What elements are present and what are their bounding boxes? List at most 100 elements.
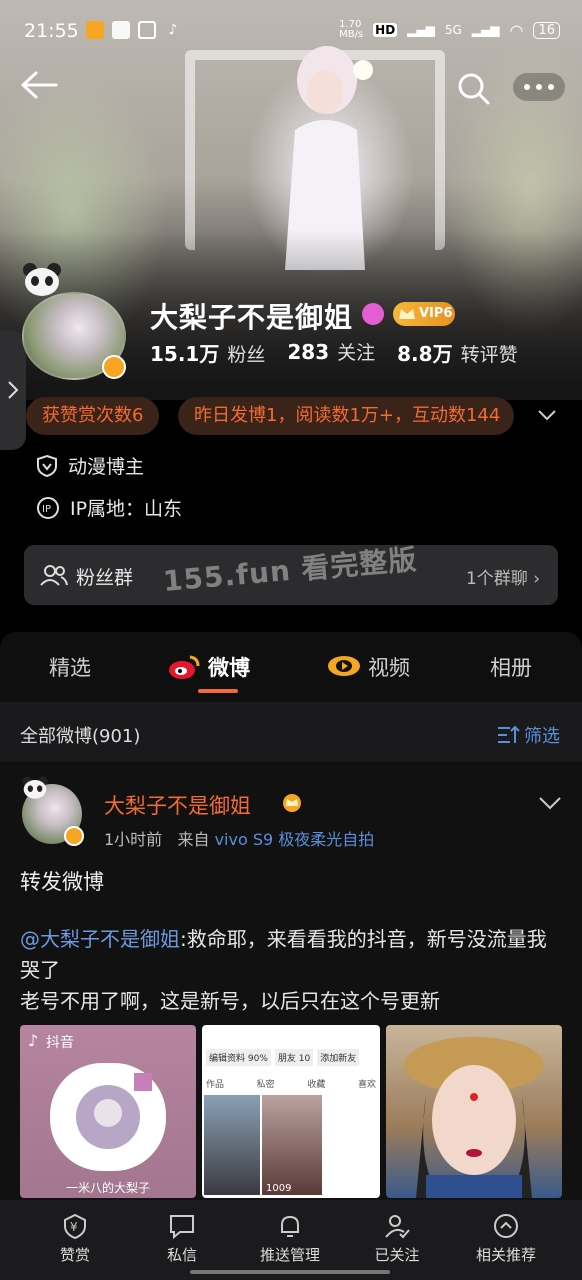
group-icon [40, 565, 68, 586]
tag-chip: 编辑资料 90% [206, 1049, 271, 1066]
stat-label: 关注 [337, 342, 376, 364]
tab-weibo[interactable]: 微博 [208, 652, 250, 682]
stat-interactions[interactable]: 8.8万 转评赞 [397, 338, 517, 367]
subtab: 作品 [206, 1080, 225, 1090]
battery-icon: 16 [533, 21, 560, 39]
vip-label: VIP6 [419, 306, 453, 321]
filter-icon [498, 725, 520, 743]
profile-stats: 15.1万 粉丝 283 关注 8.8万 转评赞 [150, 338, 570, 367]
active-tab-indicator [198, 689, 238, 693]
tab-video[interactable]: 视频 [368, 652, 410, 682]
tab-album[interactable]: 相册 [490, 652, 532, 682]
panda-badge-icon [22, 776, 48, 799]
post-title: 转发微博 [20, 870, 104, 894]
vip-search-icon[interactable] [362, 303, 384, 325]
panda-badge-icon [23, 263, 61, 296]
chevron-down-icon[interactable] [536, 404, 558, 426]
thumb-count: 1009 [266, 1183, 292, 1194]
nav-push-settings[interactable]: 推送管理 [245, 1212, 335, 1265]
hd-icon: HD [373, 23, 398, 37]
qr-code [50, 1063, 166, 1171]
post-image-1[interactable]: ♪ 抖音 一米八的大梨子 [20, 1025, 196, 1198]
profile-subtabs: 作品 私密 收藏 喜欢 [206, 1077, 376, 1090]
home-indicator [190, 1270, 390, 1274]
verified-badge-icon [64, 826, 84, 846]
tab-featured[interactable]: 精选 [49, 652, 91, 682]
post-source[interactable]: vivo S9 极夜柔光自拍 [215, 830, 375, 849]
tiktok-notify-icon: ♪ [168, 22, 178, 38]
signal2-icon: ▂▄▆ [471, 23, 500, 37]
vip-badge[interactable]: VIP6 [393, 302, 455, 326]
svg-text:IP: IP [42, 504, 51, 515]
nav-label: 推送管理 [259, 1246, 320, 1264]
nav-label: 私信 [166, 1246, 197, 1264]
network-label: 5G [444, 23, 462, 37]
nav-label: 已关注 [374, 1246, 420, 1264]
more-icon[interactable] [512, 72, 566, 102]
nav-reward[interactable]: ¥ 赞赏 [30, 1212, 120, 1265]
crown-icon [399, 309, 415, 319]
post-from: 来自 [177, 830, 210, 849]
douyin-brand: 抖音 [46, 1035, 74, 1051]
stat-value: 15.1万 [150, 342, 220, 366]
back-arrow-icon[interactable] [20, 70, 58, 100]
fans-group-label: 粉丝群 [76, 567, 134, 589]
subtab: 私密 [256, 1080, 275, 1090]
post-image-3[interactable] [386, 1025, 562, 1198]
vip-crown-icon [283, 794, 301, 812]
chat-icon [170, 1215, 194, 1240]
ip-text: IP属地：山东 [70, 498, 183, 520]
post-mention[interactable]: @大梨子不是御姐 [20, 927, 180, 951]
fans-group-count: 1个群聊 › [465, 569, 540, 589]
gallery-notify-icon [112, 21, 130, 39]
user-check-icon [385, 1215, 410, 1239]
post-time: 1小时前 [104, 830, 163, 849]
stat-following[interactable]: 283 关注 [287, 338, 375, 367]
profile-tabs: 精选 微博 视频 相册 [0, 632, 582, 700]
subtab: 喜欢 [357, 1080, 376, 1090]
chevron-right-icon [8, 381, 19, 399]
nav-label: 相关推荐 [475, 1246, 536, 1264]
filter-bar: 全部微博(901) 筛选 [0, 702, 582, 762]
post-meta: 1小时前 来自 vivo S9 极夜柔光自拍 [104, 826, 374, 850]
fans-group-count-text: 1个群聊 [465, 569, 528, 589]
search-icon[interactable] [457, 72, 491, 106]
ip-icon: IP [37, 496, 59, 519]
post-body: @大梨子不是御姐:救命耶，来看看我的抖音，新号没流量我哭了 老号不用了啊，这是新… [20, 924, 565, 1017]
stat-fans[interactable]: 15.1万 粉丝 [150, 338, 265, 367]
thumb-1 [204, 1095, 260, 1195]
nav-message[interactable]: 私信 [137, 1212, 227, 1265]
video-tab-icon [328, 656, 360, 676]
status-bar: 21:55 ♪ 1.70 MB/s HD ▂▄▆ 5G ▂▄▆ ◠ 16 [0, 18, 582, 46]
reward-count-pill[interactable]: 获赞赏次数6 [26, 397, 160, 435]
side-drawer-handle[interactable] [0, 330, 26, 450]
filter-button[interactable]: 筛选 [496, 722, 560, 748]
nav-followed[interactable]: 已关注 [352, 1212, 442, 1265]
yesterday-stats-pill[interactable]: 昨日发博1，阅读数1万+，互动数144 [178, 397, 515, 435]
profile-name: 大梨子不是御姐 [150, 301, 354, 334]
ip-row: IP IP属地：山东 [36, 494, 182, 521]
profile-tags: 编辑资料 90% 朋友 10 添加新友 [206, 1049, 376, 1066]
bottom-nav: ¥ 赞赏 私信 推送管理 已关注 相关推荐 [0, 1200, 582, 1280]
tag-row: 动漫博主 [36, 452, 144, 479]
status-time: 21:55 [24, 20, 79, 42]
portrait-illustration [404, 1037, 544, 1198]
filter-label: 筛选 [524, 726, 560, 747]
signal-icon: ▂▄▆ [407, 23, 435, 37]
verified-badge-icon [102, 355, 126, 379]
nav-related[interactable]: 相关推荐 [461, 1212, 551, 1265]
shield-icon [37, 454, 57, 477]
all-weibo-count[interactable]: 全部微博(901) [20, 722, 140, 748]
post-body-line2: 老号不用了啊，这是新号，以后只在这个号更新 [20, 989, 440, 1013]
chevron-down-icon[interactable] [538, 794, 562, 812]
stat-value: 8.8万 [397, 342, 453, 366]
stat-value: 283 [287, 340, 330, 364]
tag-chip: 朋友 10 [274, 1049, 314, 1066]
cat-notify-icon [138, 21, 156, 39]
douyin-icon: ♪ [28, 1031, 39, 1050]
up-circle-icon [494, 1214, 518, 1238]
post-image-2[interactable]: 编辑资料 90% 朋友 10 添加新友 作品 私密 收藏 喜欢 1009 [202, 1025, 380, 1198]
bell-icon [281, 1215, 299, 1237]
post-author[interactable]: 大梨子不是御姐 [104, 790, 251, 820]
nav-label: 赞赏 [59, 1246, 90, 1264]
